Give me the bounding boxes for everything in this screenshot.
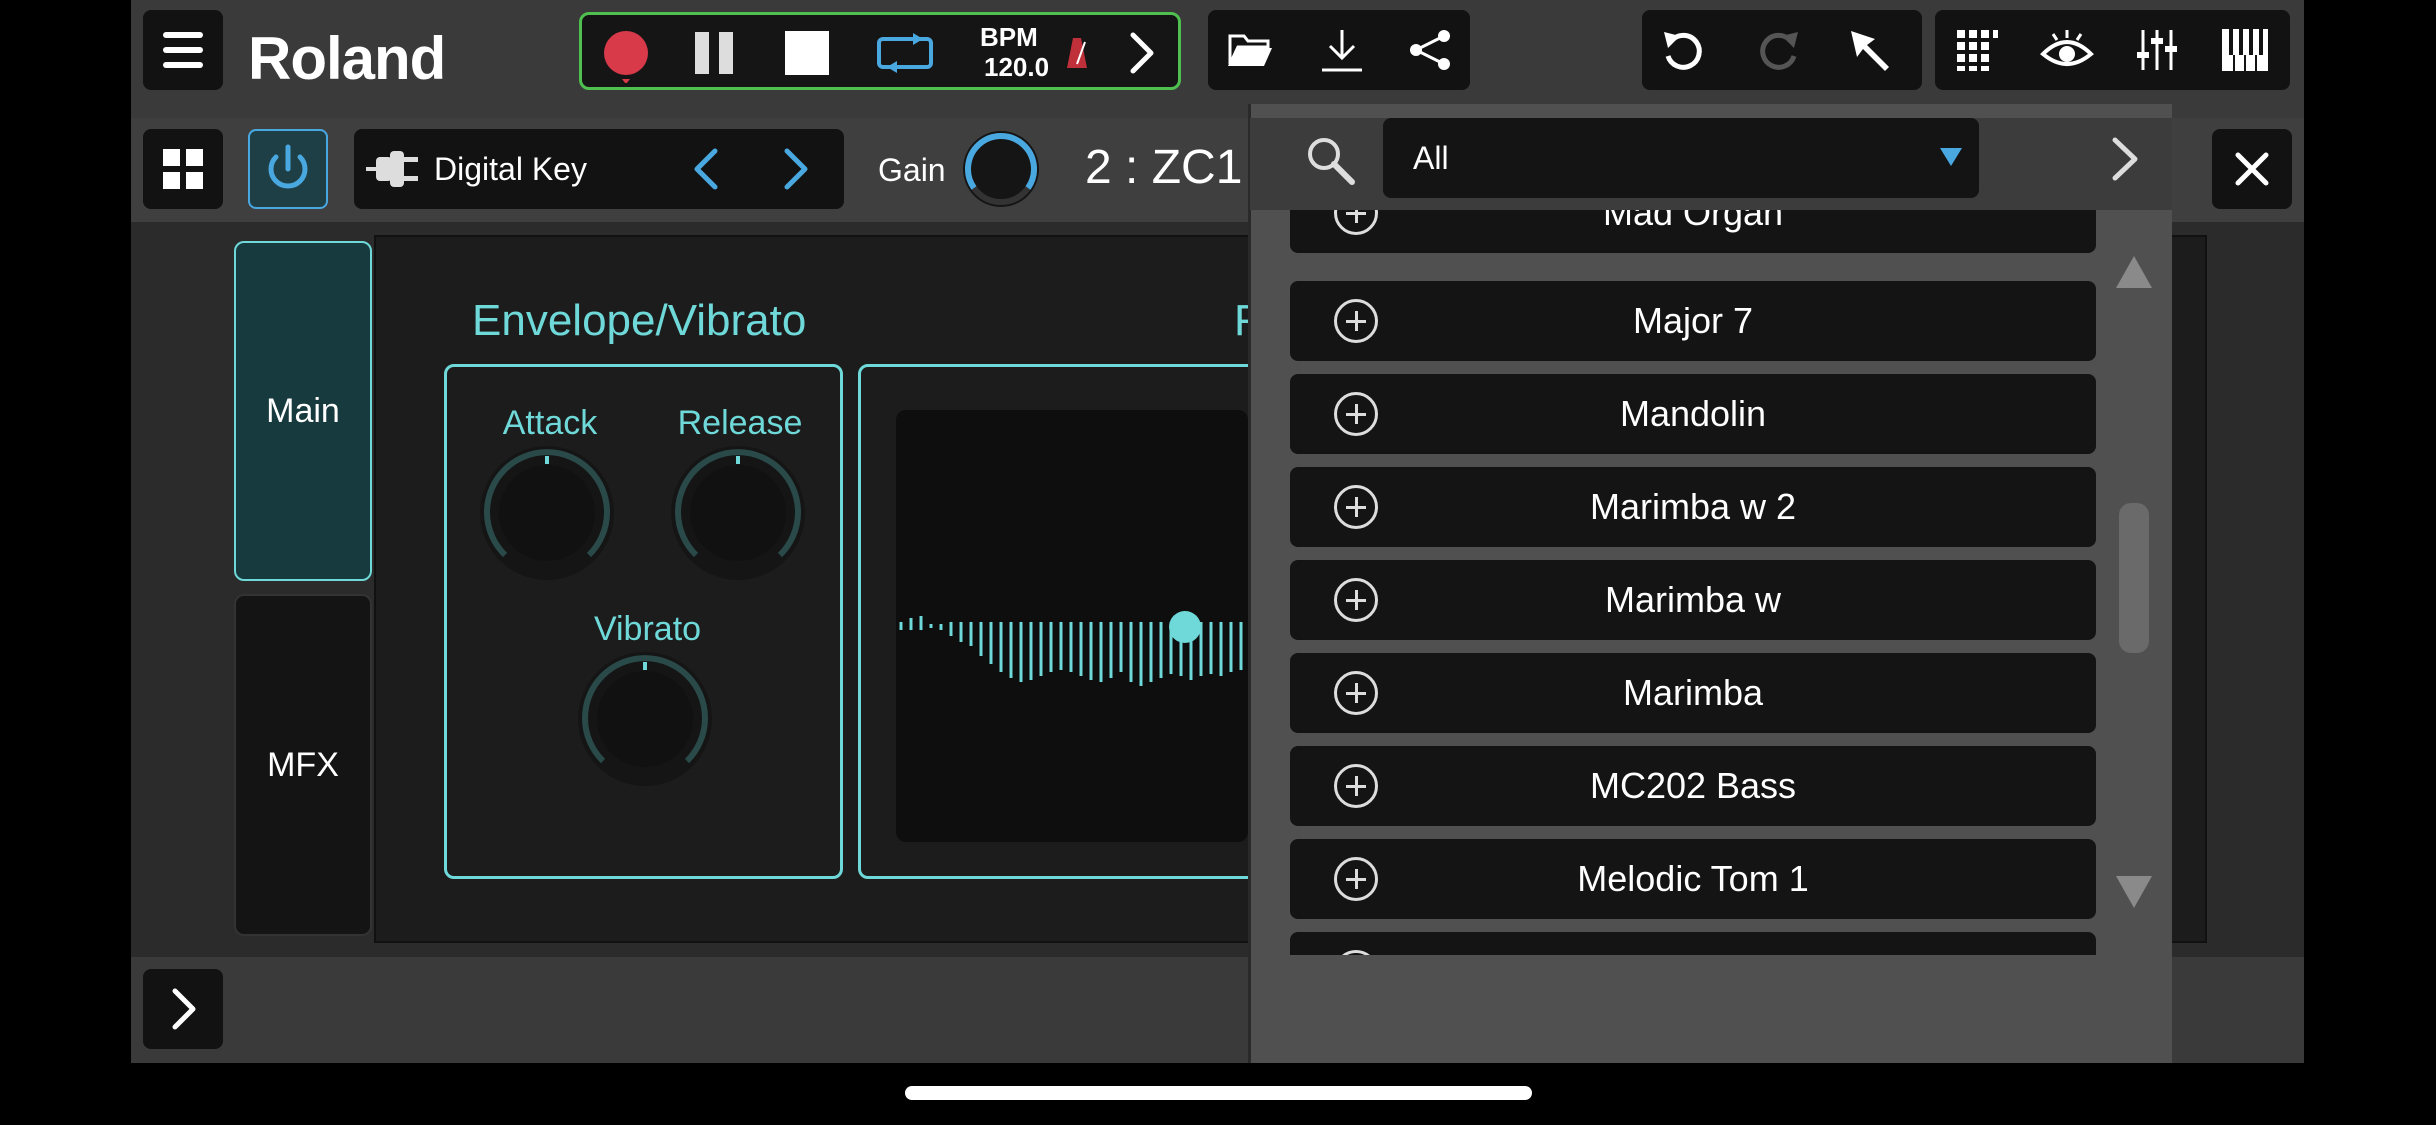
chevron-right-icon [1130,32,1154,74]
record-button[interactable] [594,21,658,85]
search-icon[interactable] [1302,132,1358,188]
metronome-icon[interactable] [1062,33,1092,73]
list-item[interactable]: Mandolin [1290,374,2096,454]
vibrato-label: Vibrato [593,610,702,648]
list-item[interactable]: MC202 Bass [1290,746,2096,826]
eye-icon [2040,30,2094,66]
list-item[interactable]: Major 7 [1290,281,2096,361]
keyboard-button[interactable] [2213,18,2277,82]
pad-grid-icon [1957,30,1998,71]
hamburger-icon [163,32,203,68]
scroll-down-arrow-icon[interactable] [2114,874,2154,910]
attack-label: Attack [502,404,598,442]
undo-button[interactable] [1652,18,1716,82]
category-dropdown[interactable]: All [1383,118,1979,198]
sound-list: Mad Organ Major 7 Mandolin Marimba w 2 M… [1250,210,2172,955]
scrollbar-thumb[interactable] [2119,503,2149,653]
instrument-selector: Digital Key [354,129,844,209]
stop-button[interactable] [775,21,839,85]
add-icon[interactable] [1334,950,1378,955]
tab-main[interactable]: Main [234,241,372,581]
chevron-right-icon [172,988,196,1030]
instrument-name[interactable]: Digital Key [434,151,587,188]
expand-panel-button[interactable] [143,969,223,1049]
pause-button[interactable] [682,21,746,85]
view-eye-button[interactable] [2035,18,2099,82]
chevron-right-icon [2112,137,2138,181]
bpm-label: BPM [980,22,1038,52]
gain-knob[interactable] [958,126,1044,212]
waveform-display[interactable] [896,410,1248,842]
attack-knob[interactable] [480,446,614,580]
dropdown-arrow-icon [1940,148,1962,166]
pointer-tool-button[interactable] [1838,18,1902,82]
list-item[interactable]: Marimba w [1290,560,2096,640]
share-icon [1410,30,1450,70]
stop-icon [785,31,829,75]
close-icon [2235,152,2269,186]
pause-icon [695,32,733,74]
undo-icon [1664,32,1702,70]
next-instrument-button[interactable] [764,137,828,201]
tab-mfx[interactable]: MFX [234,594,372,936]
power-icon [268,144,308,189]
grid-view-button[interactable] [1945,18,2009,82]
category-dropdown-value: All [1413,140,1449,176]
release-knob[interactable] [671,446,805,580]
menu-button[interactable] [143,10,223,90]
redo-icon [1760,32,1798,70]
part-label: 2 : ZC1 [1085,141,1243,194]
transport-controls [579,12,1181,90]
close-panel-button[interactable] [2212,129,2292,209]
folder-open-icon [1228,34,1272,66]
roland-logo: Roland [248,25,446,92]
piano-keys-icon [2222,29,2268,71]
prev-instrument-button[interactable] [674,137,738,201]
plug-icon [366,151,418,187]
power-button[interactable] [248,129,328,209]
waveform-graph [899,611,1243,686]
gain-label: Gain [878,152,946,188]
layout-grid-button[interactable] [143,129,223,209]
mixer-button[interactable] [2125,18,2189,82]
bpm-value[interactable]: 120.0 [984,52,1049,83]
browser-next-button[interactable] [2090,124,2160,194]
list-item[interactable]: Marimba [1290,653,2096,733]
waveform-handle [1169,611,1201,643]
list-item[interactable]: Marimba w 2 [1290,467,2096,547]
transport-expand-button[interactable] [1112,21,1172,85]
record-icon [604,31,648,83]
four-squares-icon [163,149,203,189]
loop-icon [877,33,933,73]
chevron-right-icon [784,148,808,190]
redo-button[interactable] [1746,18,1810,82]
open-folder-button[interactable] [1218,18,1282,82]
home-indicator [905,1086,1532,1100]
scroll-up-arrow-icon[interactable] [2114,254,2154,290]
edit-toolbar [1642,10,1922,90]
loop-button[interactable] [865,21,945,85]
file-toolbar [1208,10,1470,90]
view-toolbar [1935,10,2290,90]
mixer-sliders-icon [2137,30,2177,70]
list-item[interactable]: Mad Organ [1290,210,2096,253]
chevron-left-icon [694,148,718,190]
vibrato-knob[interactable] [578,652,712,786]
download-icon [1322,30,1362,72]
share-button[interactable] [1398,18,1462,82]
download-button[interactable] [1310,18,1374,82]
list-item[interactable] [1290,932,2096,955]
cursor-arrow-icon [1851,31,1889,71]
list-item[interactable]: Melodic Tom 1 [1290,839,2096,919]
release-label: Release [677,404,803,442]
envelope-section-title: Envelope/Vibrato [472,296,807,345]
